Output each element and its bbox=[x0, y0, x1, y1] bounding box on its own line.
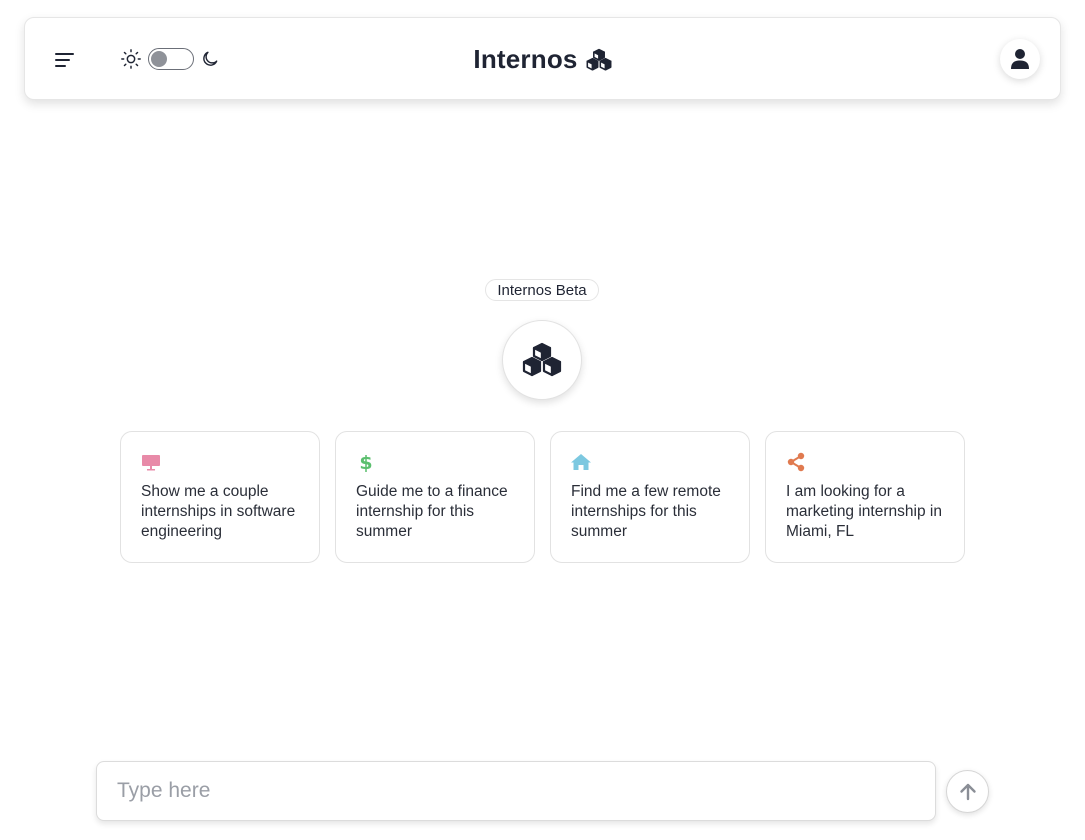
app-title: Internos bbox=[25, 44, 1060, 75]
arrow-up-icon bbox=[959, 783, 976, 800]
cubes-icon bbox=[586, 48, 612, 71]
dollar-icon: $ bbox=[359, 452, 372, 472]
cubes-icon bbox=[522, 342, 562, 377]
user-icon bbox=[1011, 49, 1029, 69]
message-composer bbox=[96, 761, 936, 821]
top-navbar: Internos bbox=[24, 17, 1061, 100]
suggestion-card-marketing[interactable]: I am looking for a marketing internship … bbox=[765, 431, 965, 563]
suggestion-text: Show me a couple internships in software… bbox=[141, 483, 296, 540]
app-title-text: Internos bbox=[473, 44, 578, 74]
suggestion-card-finance[interactable]: $ Guide me to a finance internship for t… bbox=[335, 431, 535, 563]
suggestion-card-remote[interactable]: Find me a few remote internships for thi… bbox=[550, 431, 750, 563]
profile-button[interactable] bbox=[1000, 39, 1040, 79]
share-icon bbox=[787, 452, 805, 472]
suggestion-text: I am looking for a marketing internship … bbox=[786, 483, 942, 540]
suggestion-text: Find me a few remote internships for thi… bbox=[571, 483, 721, 540]
beta-badge: Internos Beta bbox=[485, 279, 599, 301]
message-input[interactable] bbox=[97, 762, 935, 820]
suggestion-cards: Show me a couple internships in software… bbox=[120, 431, 965, 563]
home-icon bbox=[571, 454, 591, 470]
send-button[interactable] bbox=[946, 770, 989, 813]
hero-logo bbox=[502, 320, 582, 400]
svg-text:$: $ bbox=[359, 452, 372, 472]
monitor-icon bbox=[142, 455, 160, 471]
suggestion-text: Guide me to a finance internship for thi… bbox=[356, 483, 508, 540]
suggestion-card-software[interactable]: Show me a couple internships in software… bbox=[120, 431, 320, 563]
